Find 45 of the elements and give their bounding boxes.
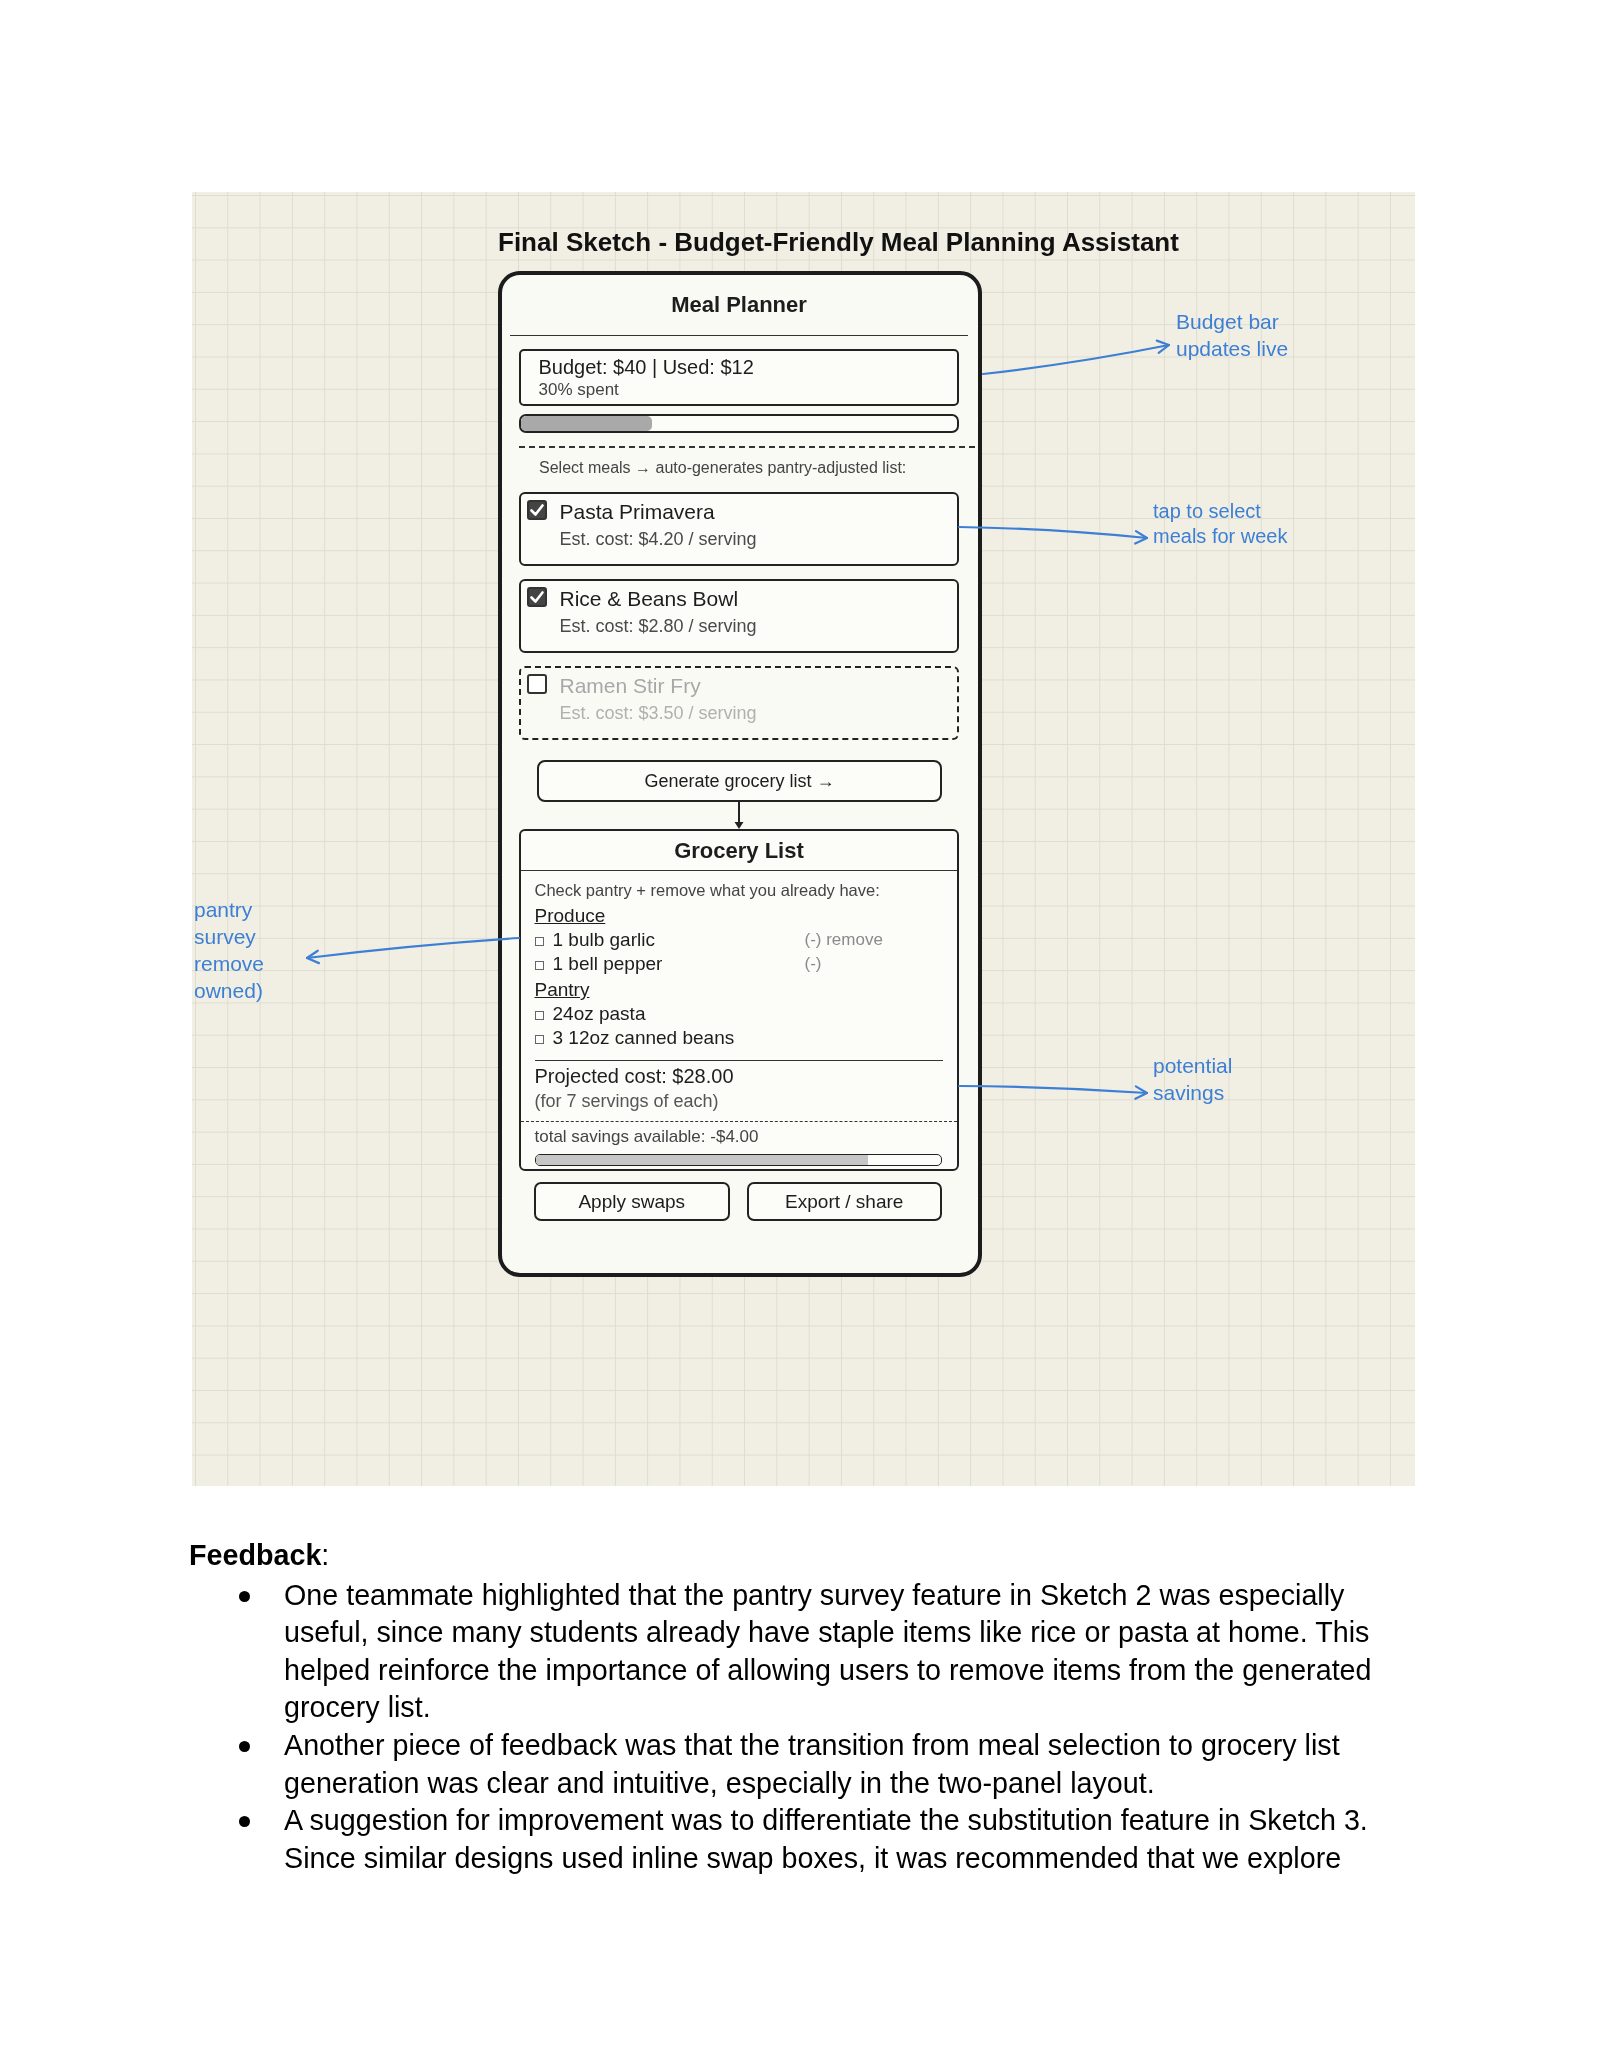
section-heading: Produce: [534, 904, 606, 928]
budget-percent: 30% spent: [538, 379, 620, 401]
panel-title: Grocery List: [674, 837, 804, 864]
savings-label: total savings available: -$4.00: [534, 1127, 760, 1147]
meal-checkbox[interactable]: [526, 500, 547, 520]
bullet-icon: [239, 1740, 250, 1752]
item-checkbox[interactable]: [534, 1035, 544, 1044]
meal-checkbox[interactable]: [526, 587, 547, 607]
item-label: 1 bell pepper: [552, 952, 663, 976]
sketch-title: Final Sketch - Budget-Friendly Meal Planning Assistant: [498, 227, 1179, 257]
meal-checkbox[interactable]: [526, 674, 547, 694]
item-label: 1 bulb garlic: [552, 928, 655, 952]
section-heading: Pantry: [534, 978, 590, 1002]
feedback-item: Another piece of feedback was that the transition from meal selection to grocery list generation was clear and intuitive, especially in the two-panel layout.: [284, 1727, 1341, 1801]
servings-note: (for 7 servings of each): [534, 1090, 720, 1112]
annotation-note: Budget bar updates live: [1176, 309, 1289, 362]
meal-instruction: Select meals → auto-generates pantry-adjusted list:: [538, 458, 908, 478]
action-button[interactable]: Export / share: [746, 1182, 942, 1221]
bullet-icon: [239, 1816, 250, 1828]
budget-summary: Budget: $40 | Used: $12: [538, 355, 755, 379]
item-checkbox[interactable]: [534, 1011, 544, 1020]
feedback-item: One teammate highlighted that the pantry survey feature in Sketch 2 was especially useful, since many students already have staple items like rice or pasta at home. This helped reinforce the importance of allowing users to remove items from the generated grocery list.: [284, 1577, 1373, 1726]
feedback-heading: Feedback:: [189, 1538, 330, 1573]
action-button[interactable]: Apply swaps: [534, 1182, 730, 1221]
generate-list-button[interactable]: Generate grocery list →: [537, 760, 942, 802]
meal-name: Rice & Beans Bowl: [559, 587, 740, 611]
item-label: 24oz pasta: [552, 1002, 646, 1026]
feedback-item: A suggestion for improvement was to differentiate the substitution feature in Sketch 3. Since similar designs used inline swap boxes, it was recommended that we explore: [284, 1803, 1369, 1876]
pantry-instruction: Check pantry + remove what you already have:: [534, 880, 881, 901]
meal-name: Ramen Stir Fry: [559, 674, 702, 698]
bullet-icon: [239, 1590, 250, 1602]
annotation-note: pantry survey remove owned): [194, 897, 265, 1004]
meal-name: Pasta Primavera: [559, 500, 716, 524]
meal-cost: Est. cost: $2.80 / serving: [559, 615, 757, 637]
annotation-note: tap to select meals for week: [1153, 499, 1288, 549]
item-checkbox[interactable]: [534, 961, 544, 970]
meal-card[interactable]: Rice & Beans Bowl Est. cost: $2.80 / serving: [519, 579, 959, 653]
meal-card[interactable]: Pasta Primavera Est. cost: $4.20 / serving: [519, 492, 959, 566]
annotation-note: potential savings: [1153, 1053, 1233, 1106]
meal-cost: Est. cost: $4.20 / serving: [559, 528, 757, 550]
item-label: 3 12oz canned beans: [552, 1026, 735, 1050]
item-checkbox[interactable]: [534, 937, 544, 946]
projected-cost: Projected cost: $28.00: [534, 1064, 735, 1088]
app-title: Meal Planner: [671, 292, 807, 318]
meal-cost: Est. cost: $3.50 / serving: [559, 702, 757, 724]
